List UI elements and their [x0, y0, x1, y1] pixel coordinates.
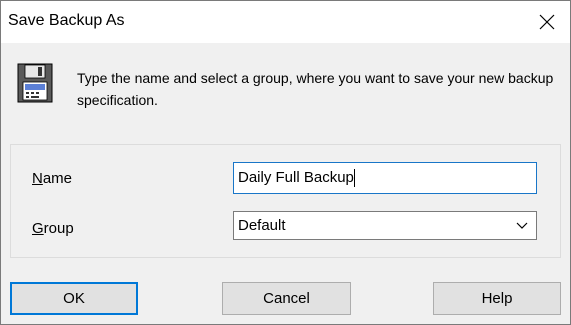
name-input-value: Daily Full Backup [238, 169, 355, 187]
cancel-button[interactable]: Cancel [222, 282, 351, 315]
floppy-disk-icon [17, 63, 53, 103]
name-label: Name [32, 170, 72, 188]
group-select[interactable]: Default [233, 211, 537, 240]
intro-text: Type the name and select a group, where … [77, 70, 554, 108]
close-button[interactable] [524, 1, 570, 43]
group-label-text: roup [43, 220, 74, 237]
window-title: Save Backup As [8, 12, 125, 29]
group-select-value: Default [238, 217, 286, 234]
title-bar: Save Backup As [1, 1, 570, 43]
name-input[interactable]: Daily Full Backup [233, 162, 537, 194]
chevron-down-icon[interactable] [516, 222, 528, 230]
text-caret [353, 169, 355, 187]
save-backup-dialog: Save Backup As Type the name and select … [0, 0, 571, 325]
name-input-text: Daily Full Backup [238, 169, 354, 186]
group-label: Group [32, 220, 74, 238]
name-label-accesskey: N [32, 170, 43, 187]
name-label-text: ame [42, 170, 73, 187]
group-label-accesskey: G [32, 220, 44, 237]
ok-button[interactable]: OK [10, 282, 138, 315]
help-button[interactable]: Help [433, 282, 561, 315]
close-icon [539, 14, 555, 30]
